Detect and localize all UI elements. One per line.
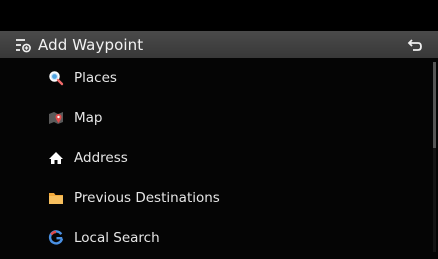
google-g-icon [47,229,65,247]
list-item-address[interactable]: Address [0,138,428,178]
title-bar: Add Waypoint [0,31,438,58]
list-item-previous-destinations[interactable]: Previous Destinations [0,178,428,218]
scrollbar-thumb[interactable] [433,62,436,148]
home-icon [47,149,65,167]
route-waypoint-icon [14,37,32,53]
status-bar [0,0,438,31]
list-item-label: Places [74,70,117,86]
back-arrow-icon [407,39,422,51]
list-item-label: Address [74,150,128,166]
list-item-label: Previous Destinations [74,190,220,206]
list-item-label: Local Search [74,230,160,246]
list-item-label: Map [74,110,103,126]
folder-icon [47,189,65,207]
search-magnifier-icon [47,69,65,87]
map-pin-icon [47,109,65,127]
list-item-places[interactable]: Places [0,58,428,98]
waypoint-options-list: Places Map Address Previous Destinations… [0,58,428,259]
navigation-screen: Add Waypoint Places Map Address Previous… [0,0,438,259]
back-button[interactable] [404,35,426,55]
list-item-map[interactable]: Map [0,98,428,138]
scrollbar[interactable] [433,62,436,252]
page-title: Add Waypoint [38,35,144,54]
list-item-local-search[interactable]: Local Search [0,218,428,258]
